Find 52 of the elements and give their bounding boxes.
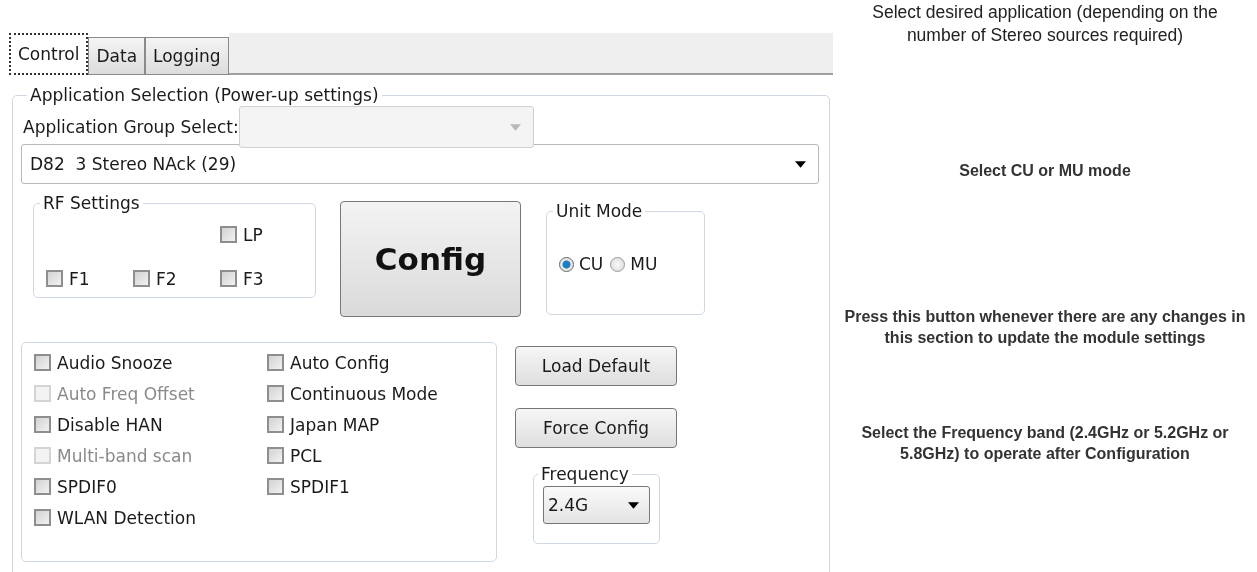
checkbox[interactable] [267,354,284,371]
annotation-text: Select CU or MU mode [959,160,1131,181]
group-title: Unit Mode [555,201,644,221]
checkbox[interactable] [46,270,63,287]
checkbox-label: Continuous Mode [290,383,438,404]
checkbox[interactable] [34,509,51,526]
annotation-text: Select desired application (depending on the number of Stereo sources required) [871,1,1219,47]
group-title: Application Selection (Power-up settings) [29,85,380,105]
checkbox-label: Multi-band scan [57,445,193,466]
checkbox-label: F3 [243,268,264,289]
tab[interactable]: Control [9,33,89,75]
tab[interactable]: Data [88,37,146,75]
checkbox-label: PCL [290,445,322,466]
config-button[interactable]: Config [340,201,521,317]
annotation-text: Select the Frequency band (2.4GHz or 5.2GHz or 5.8GHz) to operate after Configuration [860,422,1230,464]
radio-button[interactable] [610,256,626,272]
checkbox-label: Japan MAP [290,414,380,435]
tab[interactable]: Logging [145,37,229,75]
group-title: RF Settings [42,193,141,213]
checkbox-label: SPDIF1 [290,476,350,497]
checkbox[interactable] [267,447,284,464]
radio-label: MU [630,254,658,274]
group-title: Frequency [540,464,630,484]
checkbox-label: LP [243,224,263,245]
field-label: Application Group Select: [23,117,239,137]
checkbox-label: WLAN Detection [57,507,196,528]
checkbox[interactable] [34,416,51,433]
checkbox-label: F1 [69,268,90,289]
checkbox-label: Audio Snooze [57,352,173,373]
checkbox[interactable] [267,416,284,433]
checkbox-label: F2 [156,268,177,289]
checkbox[interactable] [220,226,237,243]
checkbox[interactable] [34,478,51,495]
checkbox-label: Disable HAN [57,414,163,435]
caret-icon [509,123,521,131]
action-button[interactable]: Force Config [515,408,677,448]
application-dropdown[interactable]: D82 3 Stereo NAck (29) [21,144,819,184]
annotation-text: Press this button whenever there are any changes in this section to update the module settings [843,307,1247,349]
radio-button[interactable] [559,256,574,272]
checkbox[interactable] [267,478,284,495]
radio-label: CU [579,254,604,274]
action-button[interactable]: Load Default [515,346,677,386]
checkbox[interactable] [34,354,51,371]
caret-icon [795,160,806,168]
checkbox[interactable] [220,270,237,287]
checkbox-label: Auto Config [290,352,390,373]
caret-icon [628,501,639,509]
checkbox-label: Auto Freq Offset [57,383,195,404]
checkbox-label: SPDIF0 [57,476,117,497]
frequency-dropdown[interactable]: 2.4G [543,486,650,524]
checkbox[interactable] [267,385,284,402]
checkbox[interactable] [133,270,150,287]
